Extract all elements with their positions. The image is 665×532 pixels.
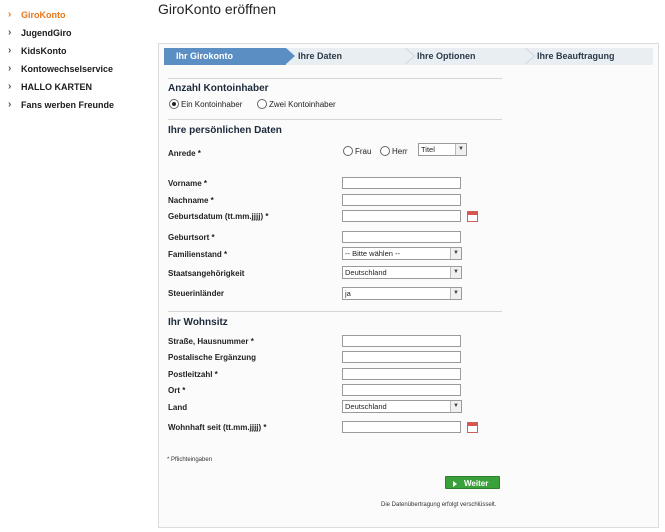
chevron-right-icon: › (8, 45, 12, 56)
button-label: Weiter (464, 479, 489, 488)
chevron-down-icon: ▼ (450, 288, 461, 299)
radio-label: Zwei Kontoinhaber (269, 99, 336, 109)
divider (168, 311, 502, 312)
radio-label: Frau (355, 146, 372, 156)
land-select[interactable]: Deutschland ▼ (342, 400, 462, 413)
staatsangehoerigkeit-select[interactable]: Deutschland ▼ (342, 266, 462, 279)
sidebar-item-label: KidsKonto (21, 46, 67, 56)
label-wohnhaft-seit: Wohnhaft seit (tt.mm.jjjj) * (168, 423, 267, 432)
radio-button[interactable] (257, 99, 267, 109)
step-arrow (286, 48, 295, 64)
radio-label: Herr (392, 146, 408, 156)
section-title-wohnsitz: Ihr Wohnsitz (168, 317, 228, 328)
vorname-field[interactable] (342, 177, 461, 189)
ort-field[interactable] (342, 384, 461, 396)
chevron-down-icon: ▼ (450, 267, 461, 278)
step-arrow (525, 48, 534, 64)
familienstand-select[interactable]: -- Bitte wählen -- ▼ (342, 247, 462, 260)
wohnhaft-seit-field[interactable] (342, 421, 461, 433)
weiter-button[interactable]: Weiter (445, 476, 500, 489)
sidebar-item-label: JugendGiro (21, 28, 72, 38)
label-anrede: Anrede * (168, 149, 201, 158)
chevron-right-icon: › (8, 81, 12, 92)
chevron-down-icon: ▼ (450, 248, 461, 259)
radio-herr[interactable]: Herr (380, 146, 408, 156)
step-ihre-optionen: Ihre Optionen (405, 48, 535, 65)
sidebar-item-label: Fans werben Freunde (21, 100, 115, 110)
sidebar-item-jugendgiro[interactable]: › JugendGiro (8, 24, 158, 42)
label-postalische-ergaenzung: Postalische Ergänzung (168, 353, 257, 362)
chevron-down-icon: ▼ (450, 401, 461, 412)
divider (168, 119, 502, 120)
radio-label: Ein Kontoinhaber (181, 99, 243, 109)
nachname-field[interactable] (342, 194, 461, 206)
select-value: Deutschland (345, 402, 387, 411)
label-vorname: Vorname * (168, 179, 207, 188)
label-geburtsort: Geburtsort * (168, 233, 215, 242)
step-label: Ihre Beauftragung (537, 51, 615, 61)
postalische-ergaenzung-field[interactable] (342, 351, 461, 363)
chevron-right-icon: › (8, 99, 12, 110)
calendar-icon[interactable] (467, 422, 478, 433)
geburtsdatum-field[interactable] (342, 210, 461, 222)
chevron-down-icon: ▼ (455, 144, 466, 155)
calendar-icon[interactable] (467, 211, 478, 222)
step-arrow (405, 48, 414, 64)
titel-select[interactable]: Titel ▼ (418, 143, 467, 156)
section-title-kontoinhaber: Anzahl Kontoinhaber (168, 83, 269, 94)
step-label: Ihre Daten (298, 51, 343, 61)
radio-frau[interactable]: Frau (343, 146, 371, 156)
label-steuerinlaender: Steuerinländer (168, 289, 225, 298)
label-geburtsdatum: Geburtsdatum (tt.mm.jjjj) * (168, 212, 269, 221)
geburtsort-field[interactable] (342, 231, 461, 243)
sidebar-item-label: Kontowechselservice (21, 64, 114, 74)
divider (168, 78, 502, 79)
secure-transfer-note: Die Datenübertragung erfolgt verschlüsse… (381, 502, 497, 508)
steuerinlaender-select[interactable]: ja ▼ (342, 287, 462, 300)
label-familienstand: Familienstand * (168, 250, 228, 259)
step-label: Ihr Girokonto (176, 51, 233, 61)
radio-button[interactable] (380, 146, 390, 156)
sidebar-nav: › GiroKonto › JugendGiro › KidsKonto › K… (8, 6, 158, 114)
label-ort: Ort * (168, 386, 186, 395)
strasse-field[interactable] (342, 335, 461, 347)
play-arrow-icon (453, 480, 457, 487)
label-staatsangehoerigkeit: Staatsangehörigkeit (168, 269, 245, 278)
chevron-right-icon: › (8, 9, 12, 20)
radio-zwei-kontoinhaber[interactable]: Zwei Kontoinhaber (257, 99, 336, 109)
select-value: Deutschland (345, 268, 387, 277)
section-title-persoenliche-daten: Ihre persönlichen Daten (168, 125, 282, 136)
postleitzahl-field[interactable] (342, 368, 461, 380)
sidebar-item-girokonto[interactable]: › GiroKonto (8, 6, 158, 24)
step-progress-bar: Ihre Beauftragung Ihre Optionen Ihre Dat… (164, 48, 653, 65)
radio-ein-kontoinhaber[interactable]: Ein Kontoinhaber (169, 99, 242, 109)
label-land: Land (168, 403, 188, 412)
radio-button-checked[interactable] (169, 99, 179, 109)
required-fields-note: * Pflichteingaben (167, 457, 213, 463)
chevron-right-icon: › (8, 27, 12, 38)
step-label: Ihre Optionen (417, 51, 476, 61)
select-value: ja (345, 289, 351, 298)
sidebar-item-kidskonto[interactable]: › KidsKonto (8, 42, 158, 60)
sidebar-item-fans-werben-freunde[interactable]: › Fans werben Freunde (8, 96, 158, 114)
page-title: GiroKonto eröffnen (158, 1, 277, 17)
form-panel: Ihre Beauftragung Ihre Optionen Ihre Dat… (158, 43, 659, 528)
sidebar-item-label: GiroKonto (21, 10, 66, 20)
select-value: Titel (421, 145, 435, 154)
step-ihre-daten: Ihre Daten (286, 48, 415, 65)
step-ihre-beauftragung: Ihre Beauftragung (525, 48, 653, 65)
sidebar-item-kontowechselservice[interactable]: › Kontowechselservice (8, 60, 158, 78)
sidebar-item-label: HALLO KARTEN (21, 82, 92, 92)
label-nachname: Nachname * (168, 196, 214, 205)
radio-button[interactable] (343, 146, 353, 156)
label-postleitzahl: Postleitzahl * (168, 370, 218, 379)
step-ihr-girokonto: Ihr Girokonto (164, 48, 295, 65)
select-value: -- Bitte wählen -- (345, 249, 401, 258)
chevron-right-icon: › (8, 63, 12, 74)
label-strasse: Straße, Hausnummer * (168, 337, 254, 346)
sidebar-item-hallo-karten[interactable]: › HALLO KARTEN (8, 78, 158, 96)
